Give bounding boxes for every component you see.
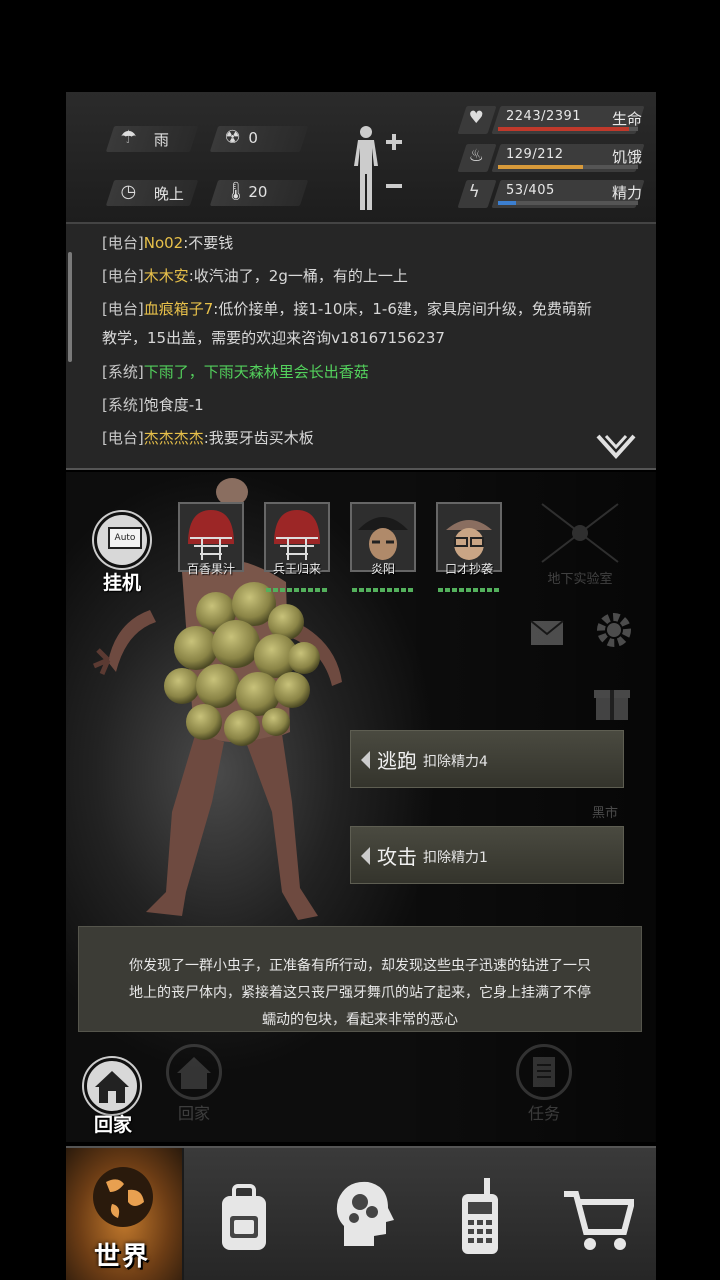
party-member-name: 兵王归来 (272, 562, 321, 576)
attack-cost: 扣除精力1 (423, 850, 488, 866)
party-member-name: 口才抄袭 (444, 562, 493, 576)
flee-button[interactable]: 逃跑 扣除精力4 (350, 730, 624, 788)
attack-title: 攻击 (377, 845, 417, 869)
arrow-left-icon (361, 751, 370, 769)
backpack-icon (222, 1184, 266, 1250)
radiation-indicator: ☢ 0 (209, 126, 309, 152)
party-hp-bar (438, 588, 500, 592)
stomach-icon: ♨ (468, 146, 484, 166)
party-hp-bar (352, 588, 414, 592)
house-icon (95, 1071, 129, 1103)
party-member-name: 百香果汁 (186, 562, 235, 576)
flee-cost: 扣除精力4 (423, 754, 488, 770)
chat-message: [电台]木木安:收汽油了，2g一桶，有的上一上 (102, 267, 408, 285)
party-member[interactable]: 兵王归来 (264, 502, 330, 592)
radiation-text: 0 (248, 129, 258, 147)
body-status-icon[interactable] (348, 122, 408, 212)
party-member[interactable]: 炎阳 (350, 502, 416, 592)
energy-value: 53/405 (506, 183, 555, 198)
party-member-name: 炎阳 (370, 562, 395, 576)
energy-label: 精力 (612, 184, 643, 202)
chevron-down-icon[interactable] (596, 432, 636, 462)
shopping-cart-icon (564, 1191, 634, 1250)
attack-button[interactable]: 攻击 扣除精力1 (350, 826, 624, 884)
health-value: 2243/2391 (506, 109, 582, 124)
tab-world[interactable]: 世界 (66, 1148, 184, 1280)
hunger-label: 饥饿 (612, 148, 643, 166)
weather-text: 雨 (153, 131, 169, 149)
temperature-indicator: 🌡 20 (209, 180, 309, 206)
black-market-label[interactable]: 黑市 (592, 802, 618, 821)
walkie-talkie-icon (462, 1178, 498, 1254)
house-icon (177, 1057, 211, 1089)
temperature-text: 20 (248, 183, 268, 201)
bottom-tab-bar: 世界 (66, 1146, 656, 1280)
chat-message: [电台]杰杰杰杰:我要牙齿买木板 (102, 429, 314, 447)
auto-idle-button[interactable]: Auto 挂机 (92, 512, 152, 594)
thermometer-icon: 🌡 (224, 181, 248, 202)
party-member[interactable]: 百香果汁 (178, 502, 244, 592)
lightning-icon: ϟ (468, 182, 480, 202)
health-fill (498, 127, 630, 131)
globe-icon (93, 1167, 153, 1227)
arrow-left-icon (361, 847, 370, 865)
party-hp-bar (266, 588, 328, 592)
energy-fill (498, 201, 517, 205)
time-indicator: ◷ 晚上 (105, 180, 199, 206)
gear-icon[interactable] (594, 610, 634, 650)
clock-icon: ◷ (120, 181, 137, 202)
radiation-icon: ☢ (224, 127, 241, 148)
heart-icon: ♥ (468, 108, 484, 128)
task-label: 任务 (527, 1104, 560, 1123)
battle-scene: Auto 挂机 百香果汁 兵王归来 炎阳 口才抄袭 地下实验室 黑市 逃跑 扣除… (66, 472, 656, 1142)
faded-home-label: 回家 (177, 1104, 210, 1123)
chat-message: [系统]饱食度-1 (102, 396, 204, 414)
hunger-value: 129/212 (506, 147, 564, 162)
flee-title: 逃跑 (377, 749, 417, 773)
tab-radio[interactable] (420, 1148, 538, 1280)
event-description: 你发现了一群小虫子，正准备有所行动，却发现这些虫子迅速的钻进了一只 地上的丧尸体… (78, 926, 642, 1032)
go-home-button[interactable]: 回家 (82, 1052, 144, 1136)
chat-message: [系统]下雨了，下雨天森林里会长出香菇 (102, 363, 369, 381)
party-member[interactable]: 口才抄袭 (436, 502, 502, 592)
status-panel: ☂ 雨 ☢ 0 ◷ 晚上 🌡 20 ♥ 2243/2391 生命 ♨ 129/2… (66, 92, 656, 224)
chat-message-continuation: 教学，15出盖，需要的欢迎来咨询v18167156237 (102, 329, 445, 347)
time-text: 晚上 (153, 185, 184, 203)
tab-backpack[interactable] (184, 1148, 302, 1280)
go-home-label: 回家 (93, 1114, 132, 1136)
underground-lab-label: 地下实验室 (547, 572, 613, 587)
chat-message: [电台]血痕箱子7:低价接单，接1-10床，1-6建，家具房间升级，免费萌新 (102, 300, 592, 318)
gift-icon[interactable] (594, 682, 630, 722)
brain-head-icon (336, 1181, 394, 1246)
weather-indicator: ☂ 雨 (105, 126, 199, 152)
faded-home-button: 回家 (164, 1044, 224, 1124)
tab-world-label: 世界 (93, 1242, 150, 1272)
auto-idle-label: 挂机 (102, 572, 141, 594)
rain-cloud-icon: ☂ (120, 127, 137, 148)
hunger-fill (498, 165, 584, 169)
tab-shop[interactable] (538, 1148, 656, 1280)
chat-log[interactable]: [电台]No02:不要钱 [电台]木木安:收汽油了，2g一桶，有的上一上 [电台… (66, 224, 656, 470)
health-label: 生命 (612, 110, 643, 128)
tab-skills[interactable] (302, 1148, 420, 1280)
task-list-icon (533, 1057, 555, 1087)
chat-message: [电台]No02:不要钱 (102, 234, 234, 252)
auto-icon: Auto (108, 527, 142, 549)
chat-scrollbar[interactable] (68, 252, 72, 362)
task-button[interactable]: 任务 (514, 1044, 574, 1124)
underground-lab-button[interactable]: 地下实验室 (532, 500, 628, 590)
mail-icon[interactable] (530, 620, 564, 646)
